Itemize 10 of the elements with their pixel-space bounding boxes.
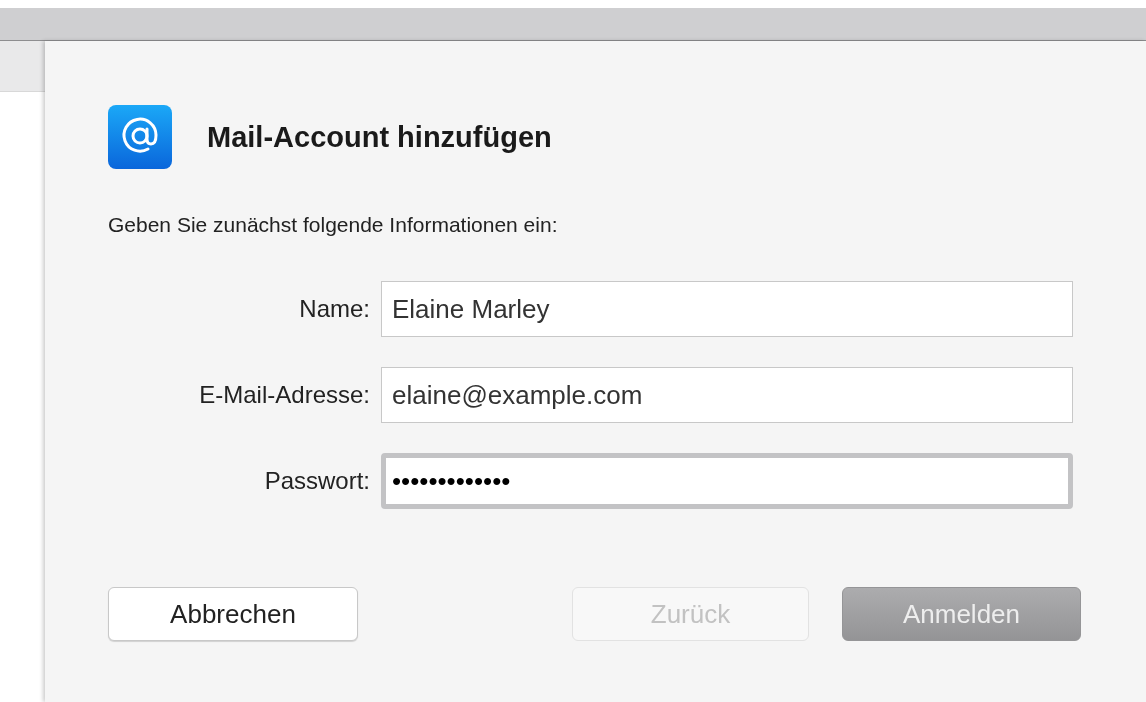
field-label: Passwort: <box>263 467 370 495</box>
field-label: Name: <box>298 295 370 323</box>
input-field[interactable]: elaine@example.com <box>381 367 1073 423</box>
instructions-text: Geben Sie zunächst folgende Informationen ein: <box>108 213 559 237</box>
input-field[interactable]: ••••••••••••• <box>381 453 1073 509</box>
at-sign-icon <box>108 105 172 169</box>
field-label: E-Mail-Adresse: <box>198 381 370 409</box>
input-field[interactable]: Elaine Marley <box>381 281 1073 337</box>
dialog-button[interactable]: Abbrechen <box>108 587 358 641</box>
dialog-title: Mail-Account hinzufügen <box>207 120 552 154</box>
